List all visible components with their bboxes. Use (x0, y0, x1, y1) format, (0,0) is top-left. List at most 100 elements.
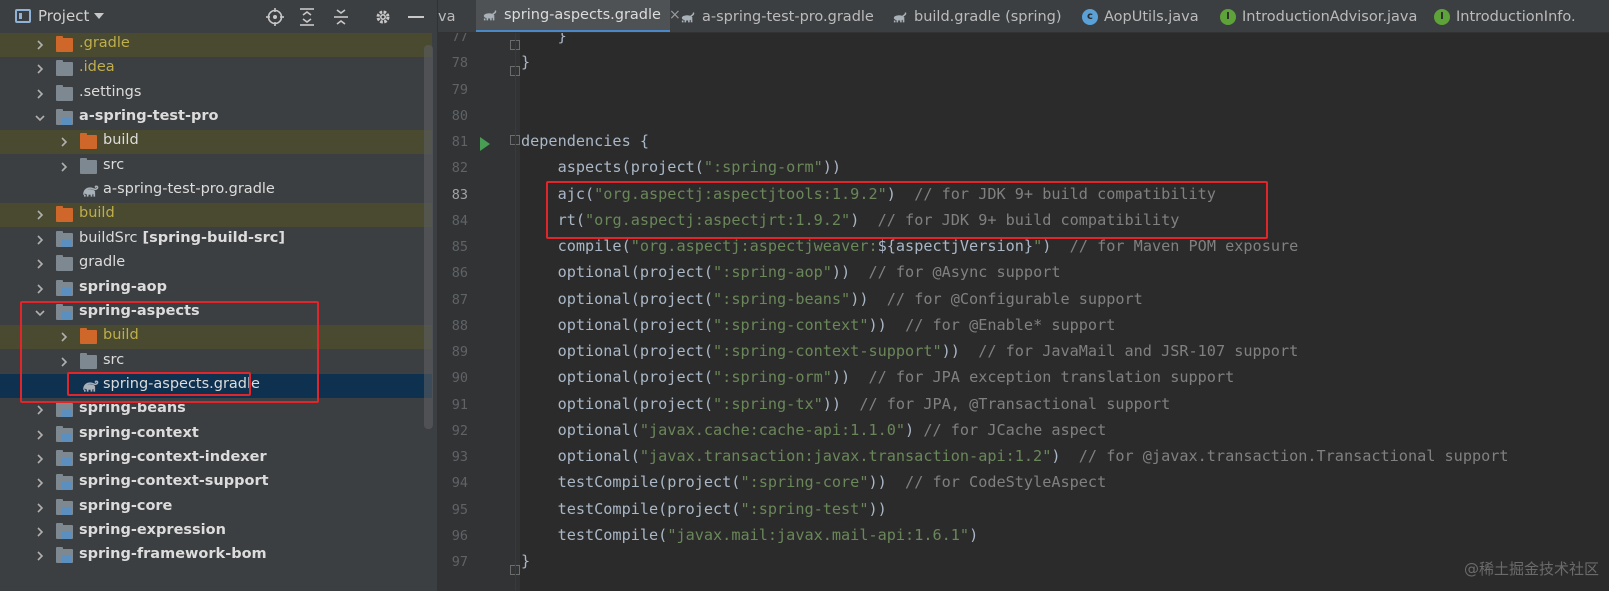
tree-item-name: a-spring-test-pro (79, 108, 219, 125)
code-token: compile( (521, 237, 631, 255)
tree-item-label: build (103, 327, 139, 343)
tree-row[interactable]: .idea (0, 57, 432, 81)
expand-all-icon[interactable] (296, 6, 318, 28)
tree-item-name: buildSrc (79, 229, 138, 246)
chevron-down-icon[interactable] (34, 307, 46, 319)
tree-row[interactable]: spring-beans (0, 398, 432, 422)
code-token: ajc( (521, 184, 595, 203)
tree-item-name: .idea (79, 59, 115, 76)
chevron-right-icon[interactable] (34, 234, 46, 246)
code-token: } (521, 552, 531, 570)
editor-tab[interactable]: spring-aspects.gradle × (476, 0, 681, 32)
chevron-right-icon[interactable] (34, 258, 46, 270)
tab-label: AopUtils.java (1104, 8, 1199, 25)
tree-item-name: build (103, 327, 139, 344)
chevron-right-icon[interactable] (58, 356, 70, 368)
folder-icon (80, 157, 97, 174)
chevron-right-icon[interactable] (58, 161, 70, 173)
code-text: optional("javax.transaction:javax.transa… (521, 447, 1509, 465)
chevron-right-icon[interactable] (34, 429, 46, 441)
tree-item-name: spring-context-support (79, 473, 269, 490)
tree-row[interactable]: .settings (0, 82, 432, 106)
module-folder-icon (56, 303, 73, 320)
minimize-icon[interactable] (405, 6, 427, 28)
string-literal: ":spring-context-support" (713, 342, 942, 360)
chevron-right-icon[interactable] (58, 136, 70, 148)
tree-row[interactable]: spring-aspects.gradle (0, 373, 432, 398)
tree-row[interactable]: spring-core (0, 496, 432, 520)
tree-scrollbar[interactable] (424, 45, 433, 429)
code-line: compile("org.aspectj:aspectjweaver:${asp… (438, 236, 1609, 262)
tree-row[interactable]: gradle (0, 252, 432, 276)
tree-row[interactable]: spring-aop (0, 277, 432, 301)
tree-row[interactable]: buildSrc [spring-build-src] (0, 228, 432, 252)
tree-item-label: gradle (79, 254, 125, 270)
code-token: )) (868, 499, 887, 518)
chevron-right-icon[interactable] (34, 39, 46, 51)
chevron-right-icon[interactable] (34, 209, 46, 221)
tree-row[interactable]: a-spring-test-pro (0, 106, 432, 130)
tree-row[interactable]: spring-framework-bom (0, 544, 432, 568)
tree-row[interactable]: build (0, 203, 432, 228)
chevron-right-icon[interactable] (34, 63, 46, 75)
code-text: testCompile(project(":spring-core")) // … (521, 473, 1107, 491)
module-folder-icon (56, 401, 73, 418)
tree-row[interactable]: build (0, 325, 432, 350)
tree-row[interactable]: spring-context-indexer (0, 447, 432, 471)
code-token: dependencies { (521, 132, 650, 150)
editor-tab[interactable]: I IntroductionInfo. (1428, 0, 1609, 32)
tree-item-label: buildSrc [spring-build-src] (79, 230, 285, 246)
chevron-right-icon[interactable] (34, 88, 46, 100)
tree-row[interactable]: .gradle (0, 33, 432, 57)
code-text: } (521, 53, 530, 71)
tree-row[interactable]: spring-context-support (0, 471, 432, 495)
tree-item-label: a-spring-test-pro (79, 108, 219, 124)
gradle-icon (483, 10, 497, 21)
gear-icon[interactable] (372, 6, 394, 28)
tree-item-label: spring-framework-bom (79, 546, 267, 562)
editor-tab[interactable]: I IntroductionAdvisor.java (1214, 0, 1422, 32)
tree-row[interactable]: src (0, 350, 432, 374)
code-line: testCompile("javax.mail:javax.mail-api:1… (438, 525, 1609, 551)
tree-row[interactable]: spring-context (0, 423, 432, 447)
chevron-right-icon[interactable] (34, 526, 46, 538)
tree-row[interactable]: a-spring-test-pro.gradle (0, 179, 432, 203)
code-editor[interactable]: 77 78 79 80 81 82 83 84 85 86 87 88 89 90 91 92 93 94 95 96… (438, 33, 1609, 591)
tree-item-label: src (103, 157, 124, 173)
module-folder-icon (56, 523, 73, 539)
chevron-right-icon[interactable] (34, 283, 46, 295)
folder-icon (56, 255, 73, 272)
tree-item-name: spring-core (79, 497, 173, 514)
editor-tab[interactable]: va (438, 0, 472, 32)
tree-item-name: .gradle (79, 35, 130, 51)
chevron-right-icon[interactable] (34, 502, 46, 514)
chevron-right-icon[interactable] (34, 404, 46, 416)
tree-row[interactable]: spring-aspects (0, 301, 432, 325)
chevron-down-icon[interactable] (94, 13, 104, 19)
editor-tab[interactable]: a-spring-test-pro.gradle (674, 0, 880, 32)
locate-icon[interactable] (264, 6, 286, 28)
collapse-all-icon[interactable] (330, 6, 352, 28)
editor-tab[interactable]: c AopUtils.java (1076, 0, 1210, 32)
java-class-icon: c (1082, 8, 1098, 25)
tree-row[interactable]: src (0, 155, 432, 179)
chevron-right-icon[interactable] (34, 550, 46, 562)
code-line: testCompile(project(":spring-test")) (438, 499, 1609, 525)
tree-row[interactable]: spring-expression (0, 520, 432, 544)
code-token: optional(project( (521, 263, 714, 282)
chevron-right-icon[interactable] (34, 453, 46, 465)
code-text: optional(project(":spring-orm")) // for … (521, 368, 1235, 386)
tree-row[interactable]: build (0, 130, 432, 155)
chevron-down-icon[interactable] (34, 112, 46, 124)
chevron-right-icon[interactable] (58, 331, 70, 343)
string-literal: "javax.transaction:javax.transaction-api… (639, 447, 1052, 465)
chevron-right-icon[interactable] (34, 477, 46, 489)
code-line: optional(project(":spring-context")) // … (438, 315, 1609, 341)
code-text: testCompile("javax.mail:javax.mail-api:1… (521, 526, 979, 544)
code-line: optional("javax.transaction:javax.transa… (438, 446, 1609, 472)
code-text: optional(project(":spring-context")) // … (521, 316, 1116, 334)
project-view-selector[interactable]: Project (38, 7, 89, 25)
code-token: optional( (521, 447, 640, 465)
editor-tab[interactable]: build.gradle (spring) (886, 0, 1072, 32)
